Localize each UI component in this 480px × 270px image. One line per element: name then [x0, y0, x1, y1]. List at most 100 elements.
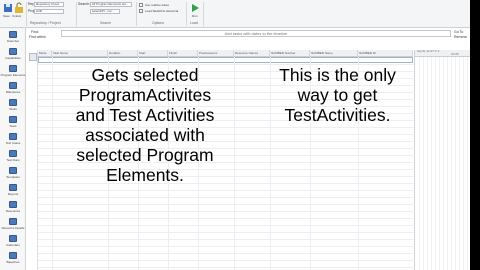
selected-row[interactable]	[38, 57, 413, 63]
gantt-day-line	[427, 57, 428, 270]
gantt-header: Sep 09, '12 W T F S Oct 08	[415, 50, 470, 57]
nav-item-capabilities[interactable]: Capabilities	[0, 47, 26, 61]
nav-item-label: Test Cases	[5, 141, 21, 145]
nav-item-tests[interactable]: Tests	[0, 115, 26, 129]
gantt-day-line	[463, 57, 464, 270]
column-header-predecessors[interactable]: Predecessors	[198, 50, 234, 57]
application-window: Save Unlock Repository: Repository Cloud…	[0, 0, 470, 270]
grid-row-line	[38, 267, 413, 268]
nav-item-label: Milestones	[5, 90, 21, 94]
nav-item-templates[interactable]: Templates	[0, 166, 26, 180]
save-button-label: Save	[3, 14, 10, 18]
nav-item-test-runs[interactable]: Test Runs	[0, 149, 26, 163]
unlock-button-label: Unlock	[12, 14, 22, 18]
nav-item-label: Tests	[9, 124, 17, 128]
nav-item-label: Resource Details	[1, 226, 25, 230]
annotation-line: TestActivities.	[284, 105, 391, 125]
gantt-header-week: Sep 09, '12 W T F S	[417, 50, 440, 53]
grid-row-line	[38, 239, 413, 240]
nav-item-label: Program Elements	[0, 73, 26, 77]
column-header-duration[interactable]: Duration	[108, 50, 138, 57]
select-all-corner[interactable]	[29, 53, 37, 61]
grid-row-line	[38, 253, 413, 254]
column-header-number-id[interactable]: NUMBER ID	[358, 50, 413, 57]
nav-item-label: Resources	[5, 209, 21, 213]
grid-row-line	[38, 246, 413, 247]
column-header-number-number[interactable]: NUMBER Number	[270, 50, 310, 57]
calendars-icon	[9, 235, 17, 242]
play-icon	[192, 4, 199, 12]
ribbon-separator	[26, 2, 27, 26]
relative-dates-checkbox[interactable]	[139, 3, 143, 7]
repository-field[interactable]: Repository Cloud	[34, 2, 64, 7]
group-label-search: Search	[100, 21, 112, 25]
annotation-line: ProgramActivites	[78, 85, 212, 105]
gantt-day-line	[447, 57, 448, 270]
ribbon-separator	[186, 2, 187, 26]
ribbon-separator	[203, 2, 204, 26]
column-header-mode[interactable]: Mode	[38, 50, 52, 57]
nav-item-resources[interactable]: Resources	[0, 200, 26, 214]
grid-row-line	[38, 197, 413, 198]
load-historical-checkbox[interactable]	[139, 9, 143, 13]
baselines-icon	[9, 252, 17, 259]
nav-item-label: Reports	[7, 192, 19, 196]
group-label-repository: Repository / Project	[30, 21, 61, 25]
nav-item-label: Tasks	[9, 107, 17, 111]
annotation-line: selected Program	[76, 145, 214, 165]
annotation-line: associated with	[85, 125, 205, 145]
unlock-button[interactable]	[13, 1, 25, 13]
nav-item-program-elements[interactable]: Program Elements	[0, 64, 26, 78]
nav-item-test-cases[interactable]: Test Cases	[0, 132, 26, 146]
run-button[interactable]	[189, 1, 201, 13]
nav-item-baselines[interactable]: Baselines	[0, 251, 26, 265]
project-field[interactable]: Artifi	[34, 9, 64, 14]
nav-item-label: Calendars	[6, 243, 20, 247]
nav-item-label: Templates	[6, 175, 20, 179]
remove-link[interactable]: Remove	[454, 35, 467, 39]
column-header-start[interactable]: Start	[138, 50, 168, 57]
reports-icon	[9, 184, 17, 191]
gantt-day-line	[455, 57, 456, 270]
column-header-resource-names[interactable]: Resource Names	[234, 50, 270, 57]
nav-item-data-set[interactable]: Data Set	[0, 30, 26, 44]
nav-item-label: Baselines	[6, 260, 20, 264]
capabilities-icon	[9, 48, 17, 55]
left-navigation: Data Set Capabilities Program Elements M…	[0, 28, 26, 270]
data-set-icon	[9, 31, 17, 38]
gantt-header-date: Oct 08	[451, 53, 459, 56]
nav-item-resource-details[interactable]: Resource Details	[0, 217, 26, 231]
nav-item-reports[interactable]: Reports	[0, 183, 26, 197]
group-label-options: Options	[152, 21, 165, 25]
grid-row-line	[38, 204, 413, 205]
gantt-day-line	[439, 57, 440, 270]
column-header-finish[interactable]: Finish	[168, 50, 198, 57]
ribbon-separator	[136, 2, 137, 26]
ribbon-separator	[76, 2, 77, 26]
go-to-link[interactable]: Go To	[454, 30, 463, 34]
nav-item-tasks[interactable]: Tasks	[0, 98, 26, 112]
tasks-icon	[9, 99, 17, 106]
nav-item-label: Data Set	[7, 39, 19, 43]
screen-frame: Save Unlock Repository: Repository Cloud…	[0, 0, 480, 270]
mode-select[interactable]: selectKPI - not...	[90, 9, 120, 14]
lock-icon	[15, 2, 23, 13]
annotation-line: and Test Activities	[75, 105, 215, 125]
load-historical-label: Load SEARCH Historical	[145, 9, 179, 13]
grid-row-line	[38, 218, 413, 219]
test-runs-icon	[9, 150, 17, 157]
timeline-banner[interactable]: Add tasks with dates to the timeline	[61, 30, 451, 37]
gantt-day-line	[451, 57, 452, 270]
column-header-task-name[interactable]: Task Name	[52, 50, 108, 57]
nav-item-milestones[interactable]: Milestones	[0, 81, 26, 95]
column-header-number-name[interactable]: NUMBER Name	[310, 50, 358, 57]
search-select[interactable]: All Program Elements sel...	[90, 2, 132, 7]
annotation-line: Gets selected	[91, 65, 199, 85]
run-button-label: Run	[192, 14, 198, 18]
gantt-chart-pane[interactable]: Sep 09, '12 W T F S Oct 08	[414, 50, 470, 270]
nav-item-label: Capabilities	[5, 56, 21, 60]
grid-header: Mode Task Name Duration Start Finish Pre…	[38, 50, 413, 57]
templates-icon	[9, 167, 17, 174]
annotation-right: This is the only way to get TestActiviti…	[255, 65, 420, 125]
nav-item-calendars[interactable]: Calendars	[0, 234, 26, 248]
